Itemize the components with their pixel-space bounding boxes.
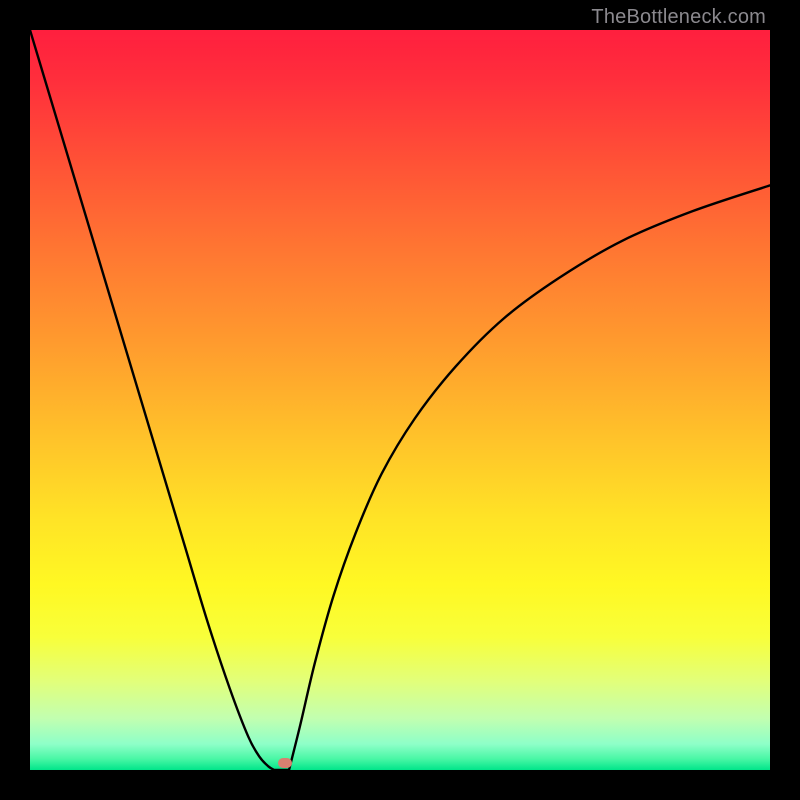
watermark-text: TheBottleneck.com xyxy=(591,6,766,29)
chart-plot-area xyxy=(30,30,770,770)
valley-marker xyxy=(278,758,292,768)
chart-curve xyxy=(30,30,770,770)
chart-frame: TheBottleneck.com xyxy=(0,0,800,800)
